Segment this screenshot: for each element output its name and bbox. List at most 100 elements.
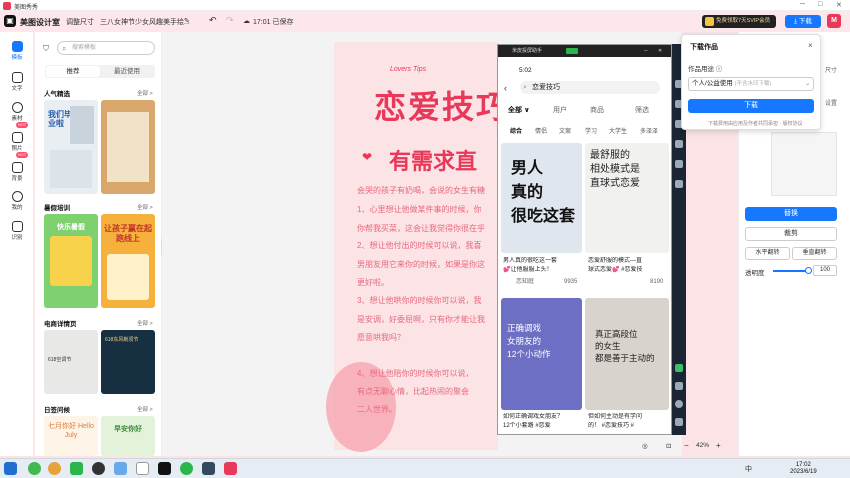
filter-all[interactable]: 全部 ∨ [508,105,530,115]
zoom-out-button[interactable]: − [684,441,689,450]
brand-name[interactable]: 美图设计室 [20,17,60,28]
popover-download-button[interactable]: 下载 [688,99,814,113]
category-tab[interactable]: 大学生 [609,126,627,135]
minimize-icon[interactable]: ─ [644,45,648,57]
taskbar-app-icon[interactable] [70,462,83,475]
category-tab[interactable]: 文案 [559,126,571,135]
resize-button[interactable]: 调整尺寸 [66,17,94,27]
template-panel: ⛉ ⌕ 搜索模板 推荐 最近使用 人气精选 全部 > 我们毕业啦 暑假培训 全部… [35,32,162,456]
opacity-input[interactable]: 100 [813,265,837,276]
redo-icon[interactable]: ↷ [226,15,234,26]
template-thumb[interactable]: 618东风剃须节 [101,330,155,394]
back-icon[interactable] [675,382,683,390]
download-note[interactable]: 下载费用由应用及作者共同承担 · 版权协议 [708,120,802,127]
usage-select[interactable]: 个人/公益使用 (不含水印下载) ⌄ [688,77,814,91]
side-tool-icon[interactable] [675,180,683,188]
taskbar-app-icon[interactable] [158,462,171,475]
replace-button[interactable]: 替换 [745,207,837,221]
phone-mirror-window[interactable]: 米皮投屏助手 ✕ ─ 5:02 ‹ 恋爱技巧 ⌕ 全部 ∨ 用户 商品 筛选 综… [497,44,672,435]
vip-trial-button[interactable]: 免费领取7天SVIP会员 [702,15,776,28]
document-title[interactable]: 三八女神节少女风趣美手绘... [100,17,190,27]
more-link[interactable]: 全部 > [137,89,153,97]
template-thumb[interactable]: 618空调节 [44,330,98,394]
close-icon[interactable]: × [808,41,813,50]
card-likes: 8190 [650,279,664,285]
taskbar-app-icon[interactable] [224,462,237,475]
start-menu-icon[interactable] [4,462,17,475]
category-tab[interactable]: 情侣 [535,126,547,135]
avatar[interactable]: M [827,14,841,28]
taskbar-app-icon[interactable] [92,462,105,475]
card-caption: 男人真的很吃这一套 [503,258,558,264]
zoom-level[interactable]: 42% [696,442,709,449]
template-thumb[interactable]: 七月你好 Hello July [44,416,98,456]
opacity-slider[interactable] [773,270,809,272]
recent-apps-icon[interactable] [675,418,683,426]
taskbar-app-icon[interactable] [202,462,215,475]
app-title: 美图秀秀 [14,5,39,11]
nav-material[interactable]: 素材 [4,102,30,122]
minimize-button[interactable]: ─ [800,1,805,8]
template-search-input[interactable]: ⌕ 搜索模板 [57,41,155,55]
more-link[interactable]: 全部 > [137,319,153,327]
nav-photo[interactable]: 照片 [4,132,30,152]
category-tab[interactable]: 多泽泽 [640,126,658,135]
more-link[interactable]: 全部 > [137,405,153,413]
poster-text-line: 男朋友用它来你的时候，如果是你这 [357,260,485,269]
heart-icon: ❤ [362,150,373,164]
post-card[interactable]: 男人 真的 很吃这套 [501,143,582,253]
ime-indicator[interactable]: 中 [745,464,752,474]
nav-my[interactable]: 我的 [4,191,30,211]
phone-search-input[interactable]: 恋爱技巧 ⌕ [520,81,660,94]
poster-text-line: 有点无聊心情，比起热闹的聚会 [357,387,469,396]
filter-screen[interactable]: 筛选 [635,105,649,115]
nav-template[interactable]: 模板 [4,41,30,61]
opacity-slider-handle[interactable] [805,267,812,274]
download-button[interactable]: ⤓ 下载 [785,15,821,28]
nav-recognize[interactable]: 识别 [4,221,30,241]
side-tool-icon[interactable] [675,364,683,372]
template-thumb[interactable] [101,100,155,194]
crop-button[interactable]: 裁剪 [745,227,837,241]
filter-users[interactable]: 用户 [553,105,567,115]
maximize-button[interactable]: □ [818,1,822,8]
system-clock[interactable]: 17:02 2023/6/19 [790,462,817,476]
flip-horizontal-button[interactable]: 水平翻转 [745,247,790,260]
category-tab[interactable]: 综合 [510,126,522,135]
template-thumb[interactable]: 让孩子赢在起跑线上 [101,214,155,308]
filter-goods[interactable]: 商品 [590,105,604,115]
category-tab[interactable]: 学习 [585,126,597,135]
fit-screen-icon[interactable]: ⊡ [666,442,671,450]
flip-vertical-button[interactable]: 垂直翻转 [792,247,837,260]
post-card[interactable]: 真正高段位 的女生 都是善于主动的 [585,298,669,410]
taskbar-app-icon[interactable] [28,462,41,475]
tab-recommend[interactable]: 推荐 [46,66,100,77]
more-link[interactable]: 全部 > [137,203,153,211]
edit-title-icon[interactable]: ✎ [184,17,190,25]
template-icon [11,41,23,52]
help-icon[interactable]: ◎ [642,442,648,450]
zoom-in-button[interactable]: + [716,441,721,450]
template-thumb[interactable]: 我们毕业啦 [44,100,98,194]
home-icon[interactable] [675,400,683,408]
os-taskbar: 中 17:02 2023/6/19 [0,458,850,478]
filter-icon[interactable]: ⛉ [43,44,49,54]
wechat-icon[interactable] [180,462,193,475]
post-card[interactable]: 最舒服的 相处模式是 直球式恋爱 [585,143,669,253]
template-thumb[interactable]: 早安你好 [101,416,155,456]
side-tool-icon[interactable] [675,160,683,168]
background-icon [11,162,23,173]
taskbar-app-icon[interactable] [48,462,61,475]
nav-text[interactable]: 文字 [4,72,30,92]
undo-icon[interactable]: ↶ [209,15,217,26]
taskbar-app-icon[interactable] [114,462,127,475]
template-thumb[interactable]: 快乐暑假 [44,214,98,308]
side-tool-icon[interactable] [675,140,683,148]
close-button[interactable]: ✕ [836,1,842,9]
taskbar-app-icon[interactable] [136,462,149,475]
tab-recent[interactable]: 最近使用 [100,66,154,77]
post-card[interactable]: 正确调戏 女朋友的 12个小动作 [501,298,582,410]
back-icon[interactable]: ‹ [504,83,507,93]
close-icon[interactable]: ✕ [658,45,662,57]
nav-background[interactable]: 背景 [4,162,30,182]
